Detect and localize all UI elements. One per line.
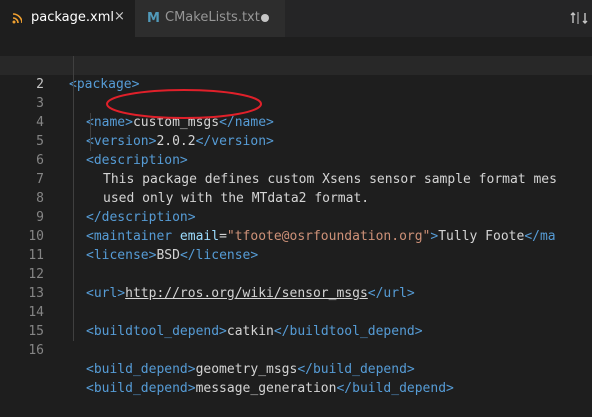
code-line: 4 <description> <box>0 94 592 168</box>
code-line: 11 <url>http://ros.org/wiki/sensor_msgs<… <box>0 227 592 301</box>
code-line: 14 <box>0 284 592 320</box>
tab-label: CMakeLists.txt <box>165 10 260 25</box>
code-line: 7 </description> <box>0 151 592 225</box>
tab-label: package.xml <box>31 10 114 25</box>
code-line: 10 <box>0 208 592 244</box>
code-line: 8 <maintainer email="tfoote@osrfoundatio… <box>0 170 592 244</box>
code-line: 15 <build_depend>geometry_msgs</build_de… <box>0 303 592 377</box>
cmake-icon: M <box>147 11 160 26</box>
code-line: 13 <buildtool_depend>catkin</buildtool_d… <box>0 265 592 339</box>
close-icon[interactable]: × <box>114 9 125 24</box>
code-text: <build_depend>message_generation</build_… <box>86 381 454 396</box>
code-text: <build_depend>geometry_msgs</build_depen… <box>86 362 415 377</box>
unsaved-dot-icon <box>261 14 269 22</box>
code-line-current: 2 <name>custom_msgs</name> <box>0 56 592 130</box>
annotation-circle <box>106 89 262 119</box>
rss-icon <box>12 13 22 24</box>
tab-package-xml[interactable]: package.xml × <box>0 0 135 37</box>
code-line: 5 This package defines custom Xsens sens… <box>0 113 592 187</box>
code-line: 6 used only with the MTdata2 format. <box>0 132 592 206</box>
code-line: 12 <box>0 246 592 282</box>
open-changes-icon[interactable] <box>570 10 588 26</box>
code-line: 16 <build_depend>message_generation</bui… <box>0 322 592 396</box>
code-line: 1 <package> <box>0 37 592 92</box>
tab-bar: package.xml × CMakeLists.txt M <box>0 0 592 37</box>
code-line: 3 <version>2.0.2</version> <box>0 75 592 149</box>
code-editor[interactable]: 1 <package> 2 <name>custom_msgs</name> 3… <box>0 37 592 396</box>
code-line: 9 <license>BSD</license> <box>0 189 592 263</box>
